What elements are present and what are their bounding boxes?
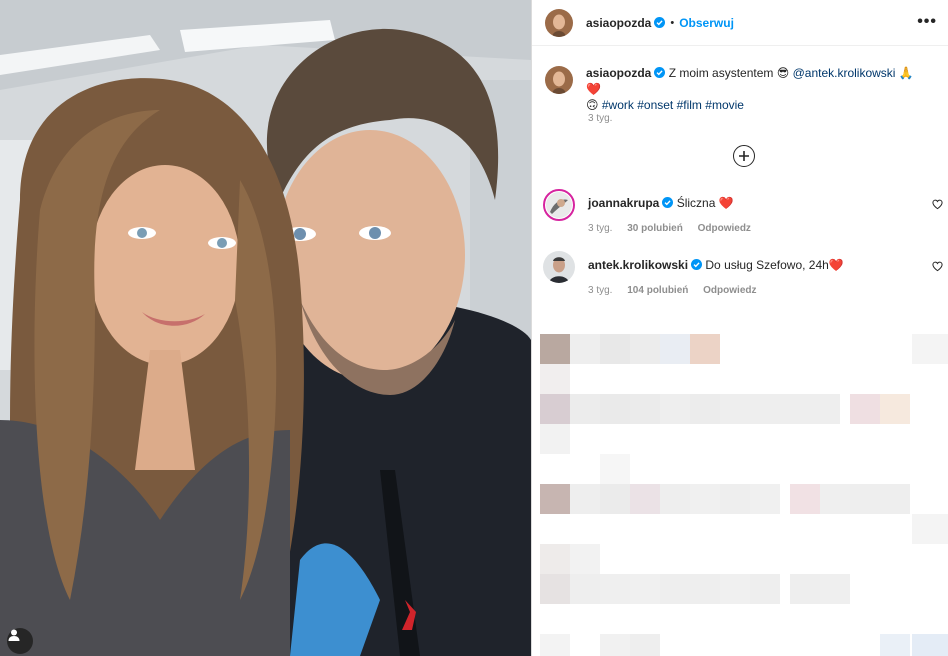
verified-badge-icon (662, 197, 674, 208)
comment-avatar[interactable] (543, 251, 575, 283)
comment-likes[interactable]: 104 polubień (627, 285, 688, 296)
verified-badge-icon (691, 259, 703, 270)
follow-button[interactable]: Obserwuj (679, 16, 734, 30)
comment-timestamp[interactable]: 3 tyg. (588, 223, 612, 234)
comment-item: antek.krolikowski Do usług Szefowo, 24h❤… (543, 251, 943, 296)
comment-timestamp[interactable]: 3 tyg. (588, 285, 612, 296)
comment-meta: 3 tyg. 30 polubień Odpowiedz (588, 223, 943, 234)
comment-avatar[interactable] (543, 189, 575, 221)
caption-emoji-line: 🙃 (586, 98, 599, 112)
verified-badge-icon (654, 17, 666, 28)
post-header: asiaopozda • Obserwuj ••• (532, 0, 948, 46)
caption-author-avatar[interactable] (545, 66, 573, 94)
comment-body: antek.krolikowski Do usług Szefowo, 24h❤… (588, 257, 844, 273)
pixelated-comments-area (540, 334, 948, 656)
comment-text: Do usług Szefowo, 24h (705, 258, 829, 272)
caption-text: asiaopozda Z moim asystentem 😎 @antek.kr… (586, 65, 926, 113)
hashtag-link[interactable]: #film (677, 98, 702, 112)
post-side-panel: asiaopozda • Obserwuj ••• asiaopozda Z m… (531, 0, 948, 656)
author-avatar[interactable] (545, 8, 573, 37)
comment-likes[interactable]: 30 polubień (627, 223, 683, 234)
hashtag-link[interactable]: #work (602, 98, 634, 112)
comment-text: Śliczna (676, 196, 716, 210)
verified-badge-icon (654, 67, 666, 78)
comment-item: joannakrupa Śliczna ❤️ 3 tyg. 30 polubie… (543, 189, 943, 234)
user-tag-icon (8, 629, 20, 641)
comment-meta: 3 tyg. 104 polubień Odpowiedz (588, 285, 943, 296)
separator-dot: • (670, 16, 675, 29)
caption-mention-link[interactable]: @antek.krolikowski (793, 66, 896, 80)
more-options-icon[interactable]: ••• (917, 13, 937, 31)
heart-outline-icon[interactable] (932, 199, 943, 210)
caption-timestamp[interactable]: 3 tyg. (588, 113, 612, 124)
heart-outline-icon[interactable] (932, 261, 943, 272)
comment-emoji: ❤️ (828, 258, 844, 272)
caption-body: Z moim asystentem 😎 (668, 66, 790, 80)
comment-emoji: ❤️ (718, 196, 734, 210)
comment-body: joannakrupa Śliczna ❤️ (588, 195, 734, 211)
comment-username[interactable]: joannakrupa (588, 196, 659, 210)
post-caption: asiaopozda Z moim asystentem 😎 @antek.kr… (545, 65, 940, 113)
comment-reply-button[interactable]: Odpowiedz (703, 285, 756, 296)
hashtag-link[interactable]: #onset (637, 98, 673, 112)
load-more-comments-button[interactable] (733, 145, 755, 167)
photo-illustration (0, 0, 531, 656)
post-photo[interactable] (0, 0, 531, 656)
hashtag-link[interactable]: #movie (705, 98, 744, 112)
load-more-plus-icon (739, 151, 749, 161)
comment-reply-button[interactable]: Odpowiedz (698, 223, 751, 234)
user-tag-button[interactable] (7, 628, 33, 654)
comment-username[interactable]: antek.krolikowski (588, 258, 688, 272)
caption-author-username[interactable]: asiaopozda (586, 66, 651, 80)
author-username[interactable]: asiaopozda (586, 16, 651, 30)
